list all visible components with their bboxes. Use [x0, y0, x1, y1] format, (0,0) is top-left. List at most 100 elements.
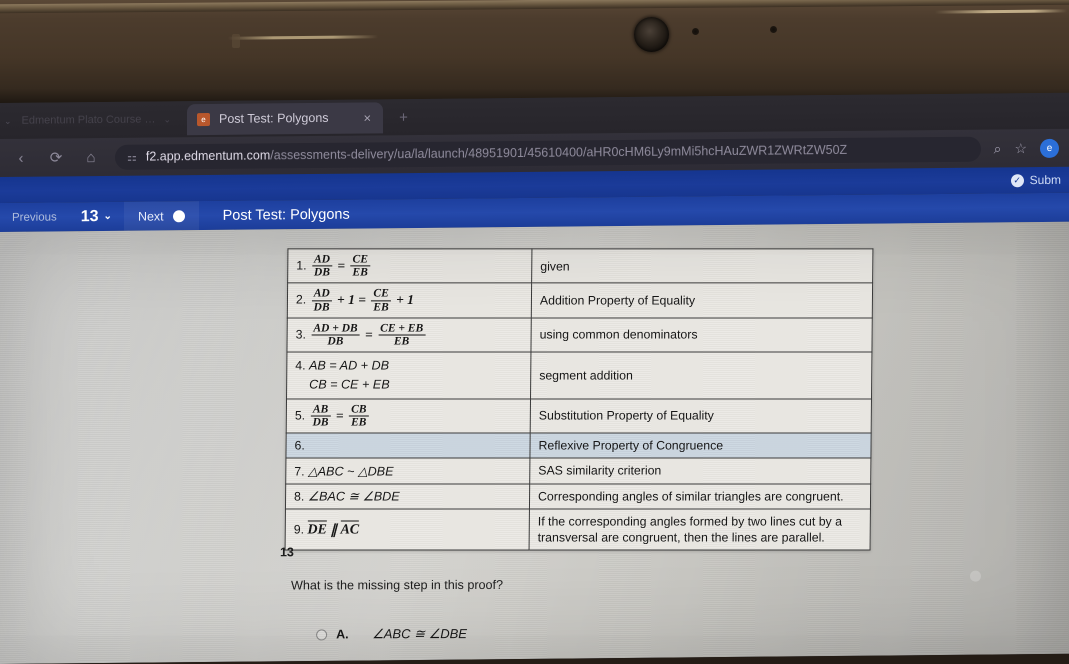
bezel-seam-right [935, 9, 1067, 14]
reason-cell: given [531, 248, 873, 284]
previous-button[interactable]: Previous [0, 211, 69, 224]
fraction-left: AB DB [310, 403, 331, 429]
table-row: 2. AD DB + 1 = CE EB + 1 Addition Proper… [287, 283, 873, 318]
statement-line-2: CB = CE + EB [309, 377, 390, 392]
reason-cell: Addition Property of Equality [531, 283, 873, 318]
fraction-left: AD + DB DB [311, 322, 360, 348]
row-index: 8. [294, 489, 305, 504]
laptop-screen: ⌄ Edmentum Plato Course … ⌄ e Post Test:… [0, 92, 1069, 664]
reload-icon[interactable]: ⟳ [45, 148, 67, 166]
row-index: 9. [293, 522, 305, 537]
bezel-hinge-nub [232, 34, 240, 48]
active-tab-title: Post Test: Polygons [218, 110, 329, 126]
numerator: CB [351, 403, 367, 416]
address-bar[interactable]: ⚏ f2.app.edmentum.com/assessments-delive… [115, 136, 981, 170]
option-text: ∠ABC ≅ ∠DBE [372, 626, 468, 642]
url-path: /assessments-delivery/ua/la/launch/48951… [270, 142, 848, 163]
row-index: 7. [294, 464, 305, 479]
denominator: EB [350, 265, 370, 279]
statement-text: △ABC ~ △DBE [307, 464, 394, 479]
denominator: EB [371, 299, 391, 314]
next-arrow-icon [172, 209, 185, 222]
table-row: 7. △ABC ~ △DBE SAS similarity criterion [285, 458, 871, 484]
statement-cell: 9. DE ∥ AC [285, 508, 530, 551]
bookmark-star-icon[interactable]: ☆ [1014, 140, 1027, 157]
statement-cell: 3. AD + DB DB = CE + EB EB [286, 317, 532, 353]
browser-tab-inactive[interactable]: Edmentum Plato Course … ⌄ [12, 104, 181, 136]
row-index: 4. [295, 358, 306, 373]
numerator: AD [313, 253, 331, 266]
proof-table: 1. AD DB = CE EB given 2. AD DB + 1 = CE… [284, 248, 874, 551]
submit-label: Subm [1029, 172, 1061, 188]
segment-de: DE [307, 520, 327, 539]
inactive-tab-label: Edmentum Plato Course … [21, 113, 156, 127]
option-letter: A. [336, 627, 349, 642]
webcam-icon [634, 17, 669, 52]
radio-button-icon[interactable] [316, 628, 328, 640]
denominator: DB [311, 265, 332, 279]
numerator: AB [312, 403, 329, 416]
denominator: DB [311, 334, 360, 348]
bezel-seam-left [228, 35, 378, 40]
table-row: 8. ∠BAC ≅ ∠BDE Corresponding angles of s… [285, 483, 871, 509]
microphone-hole-icon [692, 28, 699, 35]
chevron-down-icon: ⌄ [163, 113, 171, 124]
laptop-photo-scene: ⌄ Edmentum Plato Course … ⌄ e Post Test:… [0, 0, 1069, 664]
numerator: CE + EB [380, 322, 424, 335]
answer-options-list: A. ∠ABC ≅ ∠DBE B. ∠BCA ≅ ∠BDE [316, 616, 467, 664]
denominator: EB [378, 334, 426, 348]
parallel-symbol: ∥ [330, 522, 338, 538]
site-info-icon[interactable]: ⚏ [127, 150, 137, 163]
fraction-right: CB EB [348, 403, 369, 429]
segment-ac: AC [340, 520, 360, 539]
reason-cell: Corresponding angles of similar triangle… [529, 483, 871, 509]
equals-sign: = [335, 407, 344, 423]
microphone-hole-icon [770, 26, 777, 33]
tab-list-chevron-icon[interactable]: ⌄ [4, 115, 12, 126]
question-number-label: 13 [279, 545, 294, 560]
denominator: DB [311, 299, 332, 314]
reason-cell: Reflexive Property of Congruence [529, 433, 872, 459]
equals-sign: = [337, 258, 346, 274]
statement-cell: 5. AB DB = CB EB [286, 398, 531, 434]
statement-cell: 7. △ABC ~ △DBE [285, 458, 530, 484]
profile-avatar[interactable]: e [1040, 138, 1059, 158]
reason-cell: Substitution Property of Equality [530, 398, 872, 434]
fraction-right: CE EB [350, 253, 370, 279]
assessment-page: 1. AD DB = CE EB given 2. AD DB + 1 = CE… [0, 221, 1069, 664]
submit-button[interactable]: ✓ Subm [1010, 172, 1061, 188]
statement-cell-blank: 6. [285, 433, 531, 459]
url-text: f2.app.edmentum.com/assessments-delivery… [146, 143, 847, 164]
next-label: Next [137, 208, 164, 224]
numerator: CE [373, 287, 389, 300]
table-row: 3. AD + DB DB = CE + EB EB using common … [286, 317, 873, 353]
search-icon[interactable]: ⌕ [994, 140, 1002, 157]
question-number-dropdown[interactable]: 13 ⌄ [69, 207, 124, 226]
statement-cell: 4. AB = AD + DB CB = CE + EB [286, 352, 531, 399]
question-prompt: What is the missing step in this proof? [290, 577, 504, 593]
equals-sign: = [364, 326, 373, 342]
next-button[interactable]: Next [123, 201, 199, 231]
browser-tab-active[interactable]: e Post Test: Polygons × [186, 101, 384, 135]
reason-cell: SAS similarity criterion [529, 458, 871, 484]
row-index: 5. [294, 408, 306, 423]
plus-one-tail: + 1 [396, 292, 415, 308]
answer-option-b[interactable]: B. ∠BCA ≅ ∠BDE [316, 652, 467, 664]
numerator: AD + DB [313, 322, 358, 335]
answer-option-a[interactable]: A. ∠ABC ≅ ∠DBE [316, 616, 467, 652]
home-icon[interactable]: ⌂ [80, 149, 102, 166]
reason-cell: using common denominators [530, 317, 873, 353]
back-icon[interactable]: ‹ [10, 149, 32, 166]
statement-text: ∠BAC ≅ ∠BDE [307, 489, 400, 504]
row-index: 1. [296, 258, 307, 273]
check-circle-icon: ✓ [1010, 173, 1024, 187]
close-icon[interactable]: × [364, 110, 372, 125]
statement-cell: 8. ∠BAC ≅ ∠BDE [285, 483, 530, 509]
fraction-right: CE EB [371, 287, 391, 314]
table-row: 9. DE ∥ AC If the corresponding angles f… [285, 508, 871, 551]
reason-cell: If the corresponding angles formed by tw… [529, 508, 871, 551]
table-row: 1. AD DB = CE EB given [287, 248, 873, 284]
table-row: 5. AB DB = CB EB Substitution Property o… [286, 398, 872, 434]
statement-line-1: AB = AD + DB [308, 358, 390, 373]
new-tab-icon[interactable]: + [399, 109, 408, 126]
